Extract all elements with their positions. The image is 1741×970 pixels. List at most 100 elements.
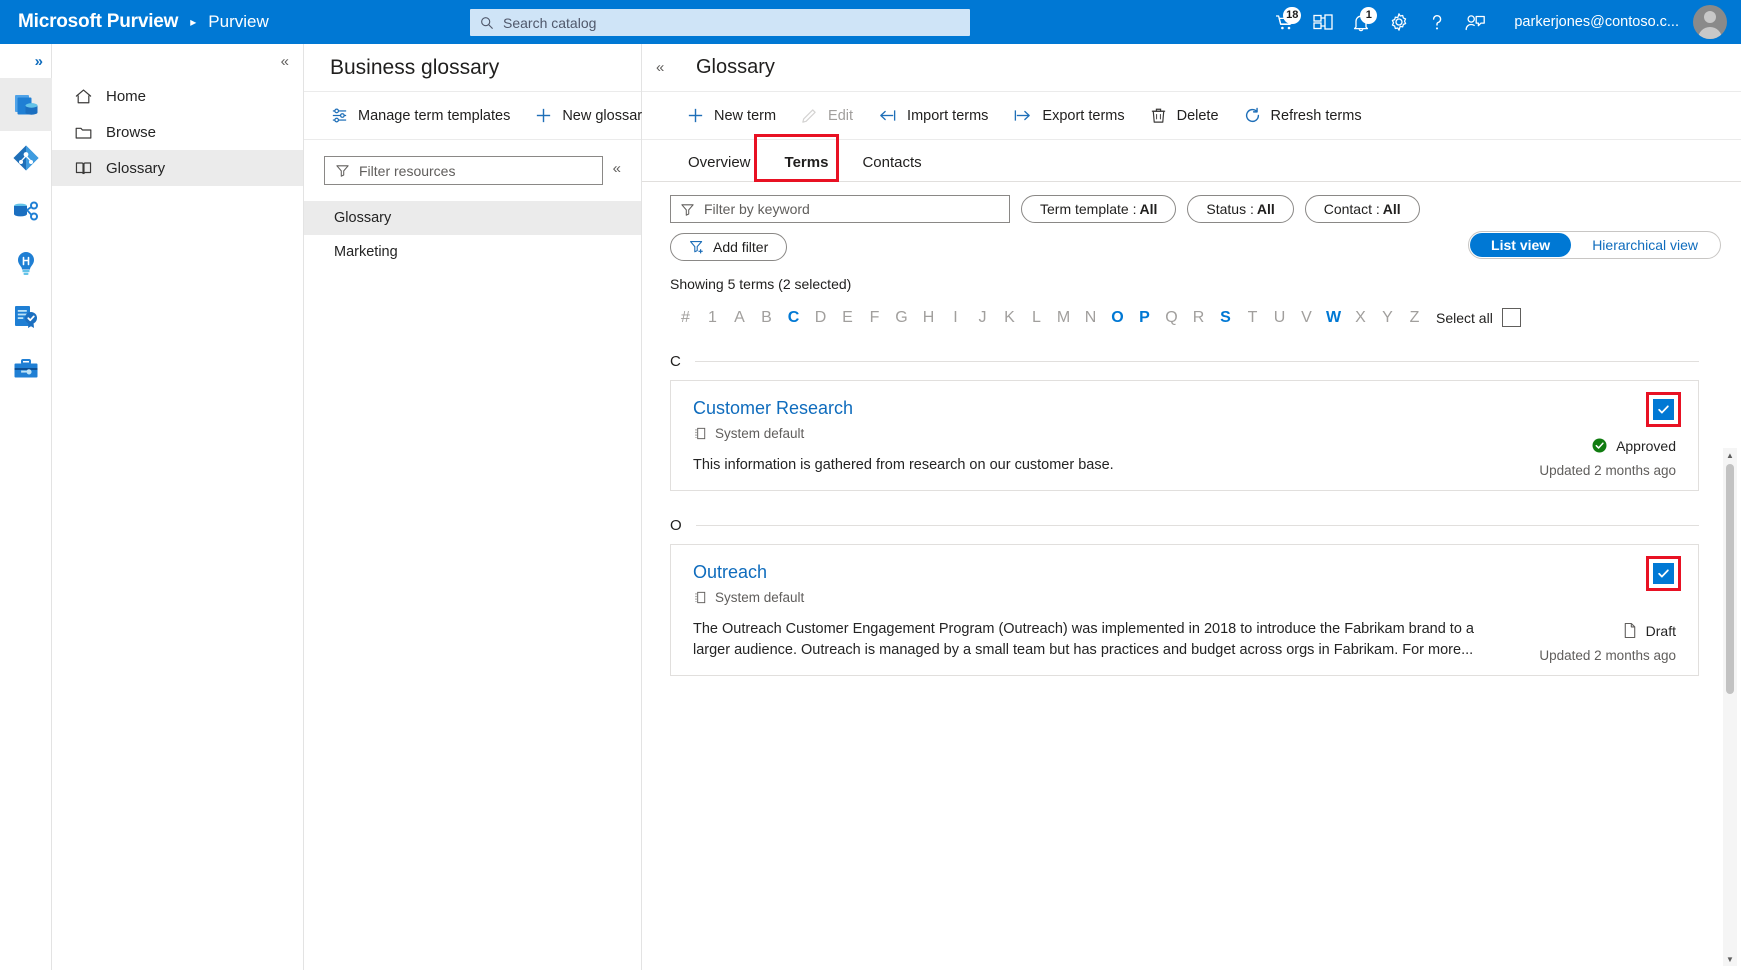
alpha-r[interactable]: R	[1185, 309, 1212, 327]
hierarchical-view-button[interactable]: Hierarchical view	[1571, 233, 1719, 257]
rail-item-data-sharing[interactable]	[0, 184, 52, 237]
add-filter-button[interactable]: Add filter	[670, 233, 788, 261]
account-username[interactable]: parkerjones@contoso.c...	[1514, 14, 1679, 30]
new-term-button[interactable]: New term	[686, 100, 790, 131]
alpha-f[interactable]: F	[861, 309, 888, 327]
resource-panel-collapse-button[interactable]: «	[613, 156, 621, 177]
alpha-x[interactable]: X	[1347, 309, 1374, 327]
alpha-j[interactable]: J	[969, 309, 996, 327]
rail-item-data-quality[interactable]	[0, 290, 52, 343]
resource-item-marketing[interactable]: Marketing	[304, 235, 641, 269]
term-status-label: Approved	[1616, 437, 1676, 454]
brand-title[interactable]: Microsoft Purview	[18, 11, 178, 33]
alpha-c[interactable]: C	[780, 309, 807, 327]
filter-by-keyword-input[interactable]: Filter by keyword	[670, 195, 1010, 223]
export-terms-button[interactable]: Export terms	[1012, 100, 1138, 131]
tab-contacts[interactable]: Contacts	[850, 154, 933, 181]
term-card-customer-research[interactable]: Customer Research System default This in…	[670, 380, 1699, 492]
rail-item-management[interactable]	[0, 343, 52, 396]
scrollbar-down-arrow[interactable]: ▼	[1723, 952, 1737, 966]
alpha-l[interactable]: L	[1023, 309, 1050, 327]
term-title[interactable]: Customer Research	[693, 398, 1676, 419]
view-toggle-label: List view	[1491, 237, 1551, 253]
cart-badge-count: 18	[1283, 7, 1302, 24]
alpha-1[interactable]: 1	[699, 309, 726, 327]
rail-item-data-policy[interactable]	[0, 237, 52, 290]
sidebar-item-glossary[interactable]: Glossary	[52, 150, 303, 186]
top-bar-icon-group: 18 1 parkerjones@contoso.c...	[1266, 0, 1741, 44]
help-question-icon[interactable]	[1418, 0, 1456, 44]
terms-filter-row: Filter by keyword Term template : All St…	[642, 182, 1741, 223]
avatar[interactable]	[1693, 5, 1727, 39]
data-map-icon[interactable]	[1304, 0, 1342, 44]
rail-expand-button[interactable]: »	[0, 44, 51, 78]
breadcrumb-account-name[interactable]: Purview	[208, 12, 268, 32]
new-glossary-label: New glossary	[562, 107, 650, 124]
alpha-d[interactable]: D	[807, 309, 834, 327]
resource-item-glossary[interactable]: Glossary	[304, 201, 641, 235]
import-terms-button[interactable]: Import terms	[877, 100, 1002, 131]
search-catalog-input[interactable]: Search catalog	[470, 9, 970, 36]
refresh-terms-label: Refresh terms	[1270, 107, 1362, 124]
nav-collapse-button[interactable]: «	[52, 44, 303, 78]
list-view-button[interactable]: List view	[1470, 233, 1572, 257]
terms-scrollbar[interactable]: ▲ ▼	[1723, 448, 1737, 966]
alpha-hash[interactable]: #	[672, 309, 699, 327]
alpha-y[interactable]: Y	[1374, 309, 1401, 327]
notification-bell-icon[interactable]: 1	[1342, 0, 1380, 44]
filter-chip-term-template[interactable]: Term template : All	[1021, 195, 1177, 223]
alpha-n[interactable]: N	[1077, 309, 1104, 327]
refresh-terms-button[interactable]: Refresh terms	[1243, 100, 1376, 131]
alpha-g[interactable]: G	[888, 309, 915, 327]
alpha-s[interactable]: S	[1212, 309, 1239, 327]
term-select-checkbox[interactable]	[1653, 563, 1674, 585]
manage-term-templates-button[interactable]: Manage term templates	[330, 100, 524, 131]
detail-collapse-button[interactable]: «	[656, 59, 686, 76]
alpha-m[interactable]: M	[1050, 309, 1077, 327]
filter-chip-contact[interactable]: Contact : All	[1304, 195, 1420, 223]
term-title[interactable]: Outreach	[693, 562, 1676, 583]
alpha-t[interactable]: T	[1239, 309, 1266, 327]
select-all-label: Select all	[1436, 309, 1493, 326]
filter-resources-input[interactable]: Filter resources	[324, 156, 603, 185]
alpha-i[interactable]: I	[942, 309, 969, 327]
term-select-checkbox[interactable]	[1653, 399, 1674, 420]
sidebar-item-browse[interactable]: Browse	[52, 114, 303, 150]
scrollbar-thumb[interactable]	[1726, 464, 1734, 694]
import-terms-label: Import terms	[907, 107, 989, 124]
alpha-e[interactable]: E	[834, 309, 861, 327]
term-template-label: System default	[715, 426, 805, 441]
alpha-z[interactable]: Z	[1401, 309, 1428, 327]
rail-item-data-catalog[interactable]	[0, 78, 52, 131]
settings-gear-icon[interactable]	[1380, 0, 1418, 44]
sidebar-item-home[interactable]: Home	[52, 78, 303, 114]
notification-badge-count: 1	[1360, 7, 1378, 24]
filter-chip-status[interactable]: Status : All	[1187, 195, 1294, 223]
rail-item-data-estate-insights[interactable]	[0, 131, 52, 184]
alpha-p[interactable]: P	[1131, 309, 1158, 327]
terms-toolbar: New term Edit Import terms Export terms …	[642, 92, 1741, 140]
term-card-outreach[interactable]: Outreach System default The Outreach Cus…	[670, 544, 1699, 677]
funnel-icon	[681, 203, 694, 216]
draft-page-icon	[1624, 623, 1635, 639]
alpha-v[interactable]: V	[1293, 309, 1320, 327]
alpha-w[interactable]: W	[1320, 309, 1347, 327]
feedback-icon[interactable]	[1456, 0, 1494, 44]
alpha-u[interactable]: U	[1266, 309, 1293, 327]
alpha-k[interactable]: K	[996, 309, 1023, 327]
select-all-checkbox[interactable]	[1501, 308, 1521, 327]
tab-overview[interactable]: Overview	[676, 154, 763, 181]
alpha-a[interactable]: A	[726, 309, 753, 327]
glossary-toolbar: Manage term templates New glossary Refre…	[304, 92, 821, 140]
alpha-h[interactable]: H	[915, 309, 942, 327]
showing-terms-count: Showing 5 terms (2 selected)	[670, 276, 852, 292]
left-icon-rail: »	[0, 44, 52, 970]
delete-term-button[interactable]: Delete	[1149, 100, 1233, 131]
scrollbar-up-arrow[interactable]: ▲	[1723, 448, 1737, 462]
shopping-cart-icon[interactable]: 18	[1266, 0, 1304, 44]
term-status: Draft	[1622, 622, 1676, 639]
tab-terms[interactable]: Terms	[773, 154, 841, 182]
alpha-b[interactable]: B	[753, 309, 780, 327]
alpha-q[interactable]: Q	[1158, 309, 1185, 327]
alpha-o[interactable]: O	[1104, 309, 1131, 327]
